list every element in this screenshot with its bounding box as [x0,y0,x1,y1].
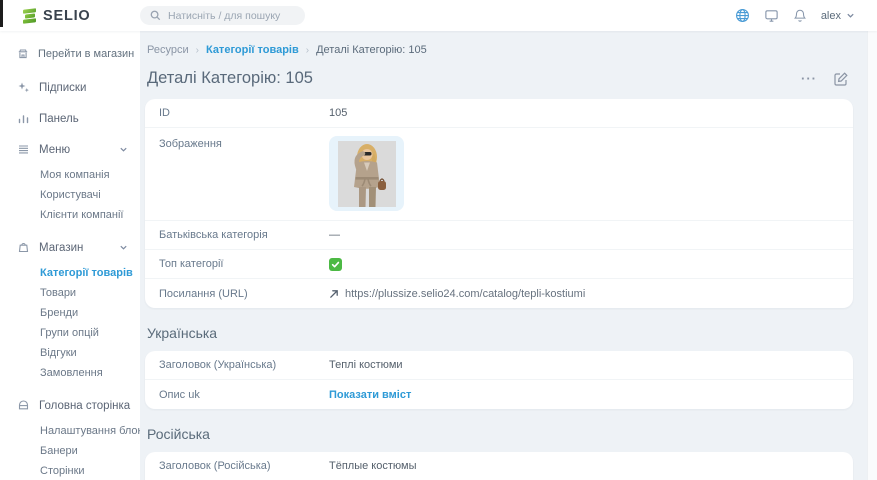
detail-row-url: Посилання (URL) https://plussize.selio24… [145,279,853,308]
notifications-bell-icon[interactable] [793,8,807,23]
sidebar-menu-children: Моя компанія Користувачі Клієнти компані… [0,165,140,232]
row-label: Заголовок (Українська) [159,359,329,371]
external-link-icon [329,289,339,299]
breadcrumb: Ресурси › Категорії товарів › Деталі Кат… [145,44,853,56]
row-value: — [329,229,340,241]
ukrainian-section-card: Заголовок (Українська) Теплі костюми Опи… [145,351,853,409]
breadcrumb-resources[interactable]: Ресурси [147,44,189,56]
menu-lines-icon [17,143,30,156]
detail-row-parent-category: Батьківська категорія — [145,221,853,250]
breadcrumb-current: Деталі Категорію: 105 [316,44,427,56]
sidebar-item-products[interactable]: Товари [40,283,140,303]
page-actions: ··· [801,71,853,87]
breadcrumb-separator: › [196,45,199,56]
sidebar-item-panel[interactable]: Панель [0,103,140,134]
row-label: Посилання (URL) [159,288,329,300]
detail-row-uk-description: Опис uk Показати вміст [145,380,853,409]
chevron-down-icon [846,11,855,20]
page-header: Деталі Категорію: 105 ··· [147,69,853,88]
detail-row-top-category: Топ категорії [145,250,853,279]
window-edge-artifact [0,0,3,27]
sidebar-shop-children: Категорії товарів Товари Бренди Групи оп… [0,263,140,390]
language-globe-icon[interactable] [735,8,750,23]
top-bar: SELIO alex [0,0,877,31]
breadcrumb-categories-link[interactable]: Категорії товарів [206,44,299,56]
row-value: Теплі костюми [329,359,403,371]
search-icon [150,10,161,21]
section-title-russian: Російська [147,426,853,442]
monitor-icon[interactable] [764,8,779,23]
top-right-controls: alex [735,8,877,23]
sidebar-item-banners[interactable]: Банери [40,441,140,461]
section-title-ukrainian: Українська [147,325,853,341]
sidebar-group-menu[interactable]: Меню [0,134,140,165]
show-content-link-uk[interactable]: Показати вміст [329,389,411,401]
category-details-card: ID 105 Зображення [145,99,853,308]
sidebar-item-option-groups[interactable]: Групи опцій [40,323,140,343]
row-value: 105 [329,107,347,119]
url-text: https://plussize.selio24.com/catalog/tep… [345,288,585,300]
category-url-link[interactable]: https://plussize.selio24.com/catalog/tep… [329,288,585,300]
sidebar-item-my-company[interactable]: Моя компанія [40,165,140,185]
scrollbar[interactable] [867,31,877,480]
sidebar-item-brands[interactable]: Бренди [40,303,140,323]
russian-section-card: Заголовок (Російська) Тёплые костюмы Опи… [145,452,853,480]
sparkles-icon [17,81,30,94]
detail-row-uk-title: Заголовок (Українська) Теплі костюми [145,351,853,380]
sidebar-item-block-settings[interactable]: Налаштування блоку [40,421,140,441]
row-label: Заголовок (Російська) [159,460,329,472]
detail-row-image: Зображення [145,128,853,221]
row-label: ID [159,107,329,119]
user-menu[interactable]: alex [821,10,855,22]
chevron-down-icon [119,243,128,252]
row-label: Батьківська категорія [159,229,329,241]
storefront-icon [17,48,29,60]
category-image-thumbnail[interactable] [329,136,404,211]
page-title: Деталі Категорію: 105 [147,69,313,88]
row-value: Тёплые костюмы [329,460,416,472]
window-icon [17,399,30,412]
sidebar-homepage-children: Налаштування блоку Банери Сторінки Новин… [0,421,140,480]
detail-row-ru-title: Заголовок (Російська) Тёплые костюмы [145,452,853,480]
search-box[interactable] [140,6,305,25]
breadcrumb-separator: › [306,45,309,56]
sidebar-item-subscriptions[interactable]: Підписки [0,72,140,103]
detail-row-id: ID 105 [145,99,853,128]
row-label: Зображення [159,136,329,150]
row-label: Топ категорії [159,258,329,270]
row-label: Опис uk [159,389,329,401]
top-category-checkbox-checked [329,258,342,271]
sidebar-item-users[interactable]: Користувачі [40,185,140,205]
check-icon [331,260,340,269]
sidebar: Перейти в магазин Підписки Панель [0,31,140,480]
category-photo [338,141,396,207]
chevron-down-icon [119,145,128,154]
edit-button[interactable] [833,71,849,87]
main-content: Ресурси › Категорії товарів › Деталі Кат… [140,31,867,480]
sidebar-group-shop[interactable]: Магазин [0,232,140,263]
sidebar-item-orders[interactable]: Замовлення [40,363,140,383]
search-input[interactable] [168,10,295,22]
sidebar-item-reviews[interactable]: Відгуки [40,343,140,363]
user-name: alex [821,10,841,22]
bar-chart-icon [17,112,30,125]
sidebar-item-company-clients[interactable]: Клієнти компанії [40,205,140,225]
selio-logo-icon [22,9,37,23]
edit-pencil-icon [833,71,849,87]
sidebar-group-homepage[interactable]: Головна сторінка [0,390,140,421]
more-actions-button[interactable]: ··· [801,72,817,85]
logo-text: SELIO [43,8,91,24]
sidebar-item-product-categories[interactable]: Категорії товарів [40,263,140,283]
sidebar-go-to-shop[interactable]: Перейти в магазин [0,41,140,72]
shopping-bag-icon [17,241,30,254]
sidebar-item-pages[interactable]: Сторінки [40,461,140,480]
logo[interactable]: SELIO [0,8,140,24]
